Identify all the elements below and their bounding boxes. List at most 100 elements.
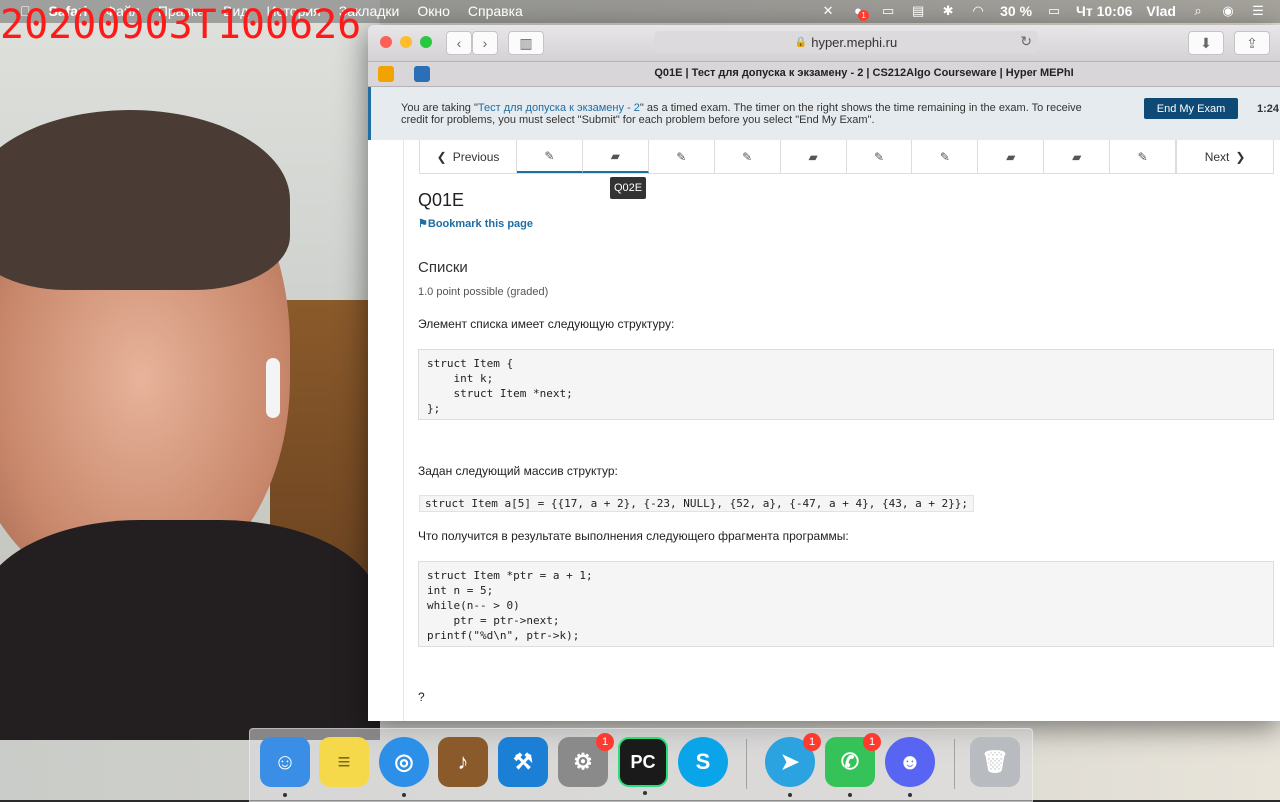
minimize-window-button[interactable]	[400, 36, 412, 48]
dock-facetime-icon[interactable]: ✆ 1	[825, 733, 881, 797]
airplay-icon[interactable]: ▭	[880, 4, 896, 18]
back-button[interactable]: ‹	[446, 31, 472, 55]
running-indicator	[643, 791, 647, 795]
notification-app-icon[interactable]: ● 1	[850, 4, 870, 21]
bookmark-link[interactable]: ⚑Bookmark this page	[418, 217, 533, 230]
address-bar[interactable]: 🔒 hyper.mephi.ru ↻	[654, 31, 1038, 53]
chevron-right-icon: ❯	[1235, 149, 1246, 164]
mic-off-icon[interactable]: ✕	[820, 4, 836, 18]
code-block-struct: struct Item { int k; struct Item *next; …	[418, 349, 1274, 420]
dock-separator	[746, 739, 747, 789]
sidebar-icon: ▥	[519, 34, 533, 51]
downloads-button[interactable]: ⬇	[1188, 31, 1224, 55]
problem-text-3: Что получится в результате выполнения сл…	[418, 529, 849, 543]
menu-help[interactable]: Справка	[468, 3, 523, 19]
page-title: Q01E	[418, 190, 465, 210]
menubar-user[interactable]: Vlad	[1146, 3, 1176, 19]
seq-tab-2[interactable]: ▰	[582, 140, 649, 173]
recording-timestamp: 20200903T100626	[0, 2, 362, 48]
input-source-flag-icon[interactable]: ▤	[910, 4, 926, 18]
problem-points: 1.0 point possible (graded)	[418, 286, 549, 298]
chevron-left-icon: ❮	[436, 149, 447, 164]
problem-text-1: Элемент списка имеет следующую структуру…	[418, 317, 675, 331]
forward-button[interactable]: ›	[472, 31, 498, 55]
timed-exam-banner: You are taking "Тест для допуска к экзам…	[368, 87, 1280, 141]
sequence-navigation: ❮ Previous ✎ ▰ ✎ ✎ ▰ ✎ ✎ ▰ ▰ ✎ Next ❯	[419, 140, 1274, 174]
dock-finder-icon[interactable]: ☺	[260, 737, 310, 797]
dock-notes-icon[interactable]: ≡	[319, 737, 369, 787]
webcam-person-shirt	[0, 520, 380, 740]
notification-center-icon[interactable]: ☰	[1250, 4, 1266, 18]
dock-pycharm-icon[interactable]: PC	[618, 737, 668, 795]
url-text: hyper.mephi.ru	[811, 34, 898, 50]
dock-xcode-icon[interactable]: ⚒	[498, 737, 548, 787]
book-icon: ▰	[1006, 149, 1016, 164]
exam-link[interactable]: Тест для допуска к экзамену - 2	[478, 102, 640, 114]
inline-code-array: struct Item a[5] = {{17, a + 2}, {-23, N…	[419, 495, 975, 512]
seq-tab-8[interactable]: ▰	[978, 140, 1045, 173]
pencil-icon: ✎	[676, 149, 687, 164]
next-button[interactable]: Next ❯	[1176, 140, 1273, 173]
dock-garageband-icon[interactable]: ♪	[438, 737, 488, 787]
exam-timer: 1:24:	[1257, 103, 1280, 115]
sidebar-toggle-button[interactable]: ▥	[508, 31, 544, 55]
webcam-earbud	[266, 358, 280, 418]
exam-banner-message: You are taking "Тест для допуска к экзам…	[401, 102, 1082, 126]
menubar-clock[interactable]: Чт 10:06	[1076, 3, 1132, 19]
share-icon: ⇪	[1246, 34, 1258, 51]
safari-window: ‹ › ▥ 🔒 hyper.mephi.ru ↻ ⬇ ⇪ Q01E | Тест…	[368, 25, 1280, 721]
battery-icon[interactable]: ▭	[1046, 4, 1062, 18]
seq-tab-1[interactable]: ✎	[517, 140, 583, 173]
seq-tab-5[interactable]: ▰	[781, 140, 847, 173]
close-window-button[interactable]	[380, 36, 392, 48]
siri-icon[interactable]: ◉	[1220, 4, 1236, 18]
content-left-border	[403, 140, 404, 721]
previous-button[interactable]: ❮ Previous	[420, 140, 517, 173]
running-indicator	[402, 793, 406, 797]
dock-trash-icon[interactable]: 🗑	[970, 737, 1020, 787]
question-mark: ?	[418, 690, 425, 704]
wifi-icon[interactable]: ◠	[970, 4, 986, 18]
pinned-tab-chat-icon[interactable]	[414, 66, 430, 82]
dock-separator	[954, 739, 955, 789]
tab-bar: Q01E | Тест для допуска к экзамену - 2 |…	[368, 62, 1280, 87]
browser-toolbar: ‹ › ▥ 🔒 hyper.mephi.ru ↻ ⬇ ⇪	[368, 25, 1280, 62]
lock-icon: 🔒	[794, 36, 808, 48]
pinned-tab-yandex-icon[interactable]	[378, 66, 394, 82]
active-tab-title[interactable]: Q01E | Тест для допуска к экзамену - 2 |…	[448, 67, 1280, 79]
book-icon: ▰	[808, 149, 818, 164]
pencil-icon: ✎	[544, 148, 555, 163]
seq-tab-7[interactable]: ✎	[912, 140, 979, 173]
running-indicator	[848, 793, 852, 797]
notification-badge: 1	[803, 733, 821, 751]
seq-tab-4[interactable]: ✎	[715, 140, 781, 173]
share-button[interactable]: ⇪	[1234, 31, 1270, 55]
dock-system-preferences-icon[interactable]: ⚙ 1	[558, 733, 614, 787]
reload-icon[interactable]: ↻	[1020, 33, 1032, 50]
zoom-window-button[interactable]	[420, 36, 432, 48]
seq-tab-10[interactable]: ✎	[1110, 140, 1177, 173]
dock-telegram-icon[interactable]: ➤ 1	[765, 733, 821, 797]
running-indicator	[908, 793, 912, 797]
book-icon: ▰	[610, 148, 620, 163]
seq-tab-9[interactable]: ▰	[1044, 140, 1111, 173]
menu-window[interactable]: Окно	[417, 3, 450, 19]
book-icon: ▰	[1072, 149, 1082, 164]
seq-tab-tooltip: Q02E	[610, 177, 647, 199]
code-block-program: struct Item *ptr = a + 1; int n = 5; whi…	[418, 561, 1274, 647]
course-content: ❮ Previous ✎ ▰ ✎ ✎ ▰ ✎ ✎ ▰ ▰ ✎ Next ❯ Q02E…	[368, 140, 1280, 721]
dock: ☺ ≡ ◎ ♪ ⚒ ⚙ 1 PC S ➤ 1 ✆ 1 ☻ 🗑	[249, 728, 1033, 802]
dock-discord-icon[interactable]: ☻	[885, 737, 935, 797]
bluetooth-icon[interactable]: ✱	[940, 4, 956, 18]
bookmark-icon: ⚑	[418, 218, 428, 230]
running-indicator	[283, 793, 287, 797]
pencil-icon: ✎	[873, 149, 885, 164]
notification-badge: 1	[596, 733, 614, 751]
dock-safari-icon[interactable]: ◎	[379, 737, 429, 797]
seq-tab-3[interactable]: ✎	[649, 140, 715, 173]
end-my-exam-button[interactable]: End My Exam	[1144, 98, 1238, 119]
problem-heading: Списки	[418, 259, 468, 276]
seq-tab-6[interactable]: ✎	[847, 140, 913, 173]
spotlight-search-icon[interactable]: ⌕	[1190, 4, 1206, 18]
dock-skype-icon[interactable]: S	[678, 737, 728, 787]
